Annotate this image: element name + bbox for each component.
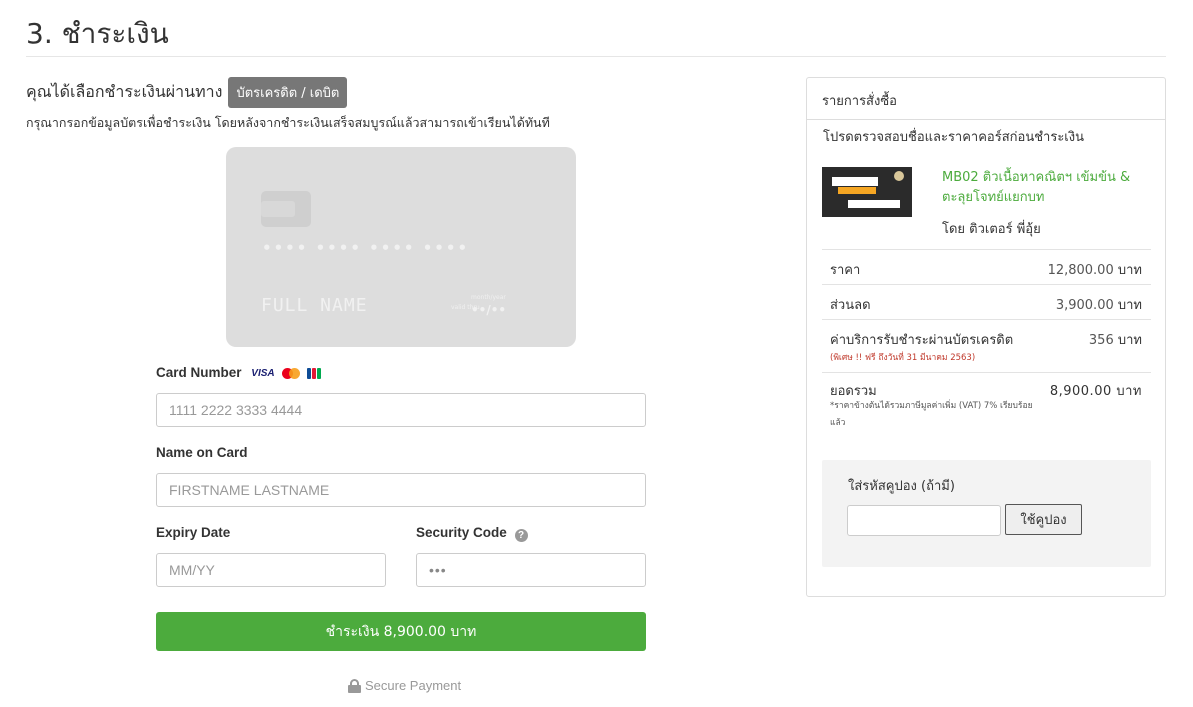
course-teacher: โดย ติวเตอร์ พี่อุ้ย [942,222,1041,237]
page-title: 3. ชำระเงิน [26,17,169,50]
mastercard-icon [282,367,301,379]
card-fee-value: 356 บาท [1089,329,1142,350]
price-unit: บาท [1117,263,1142,278]
apply-coupon-button[interactable]: ใช้คูปอง [1005,504,1082,535]
card-fee-amount: 356 [1088,333,1114,348]
order-check-note: โปรดตรวจสอบชื่อและราคาคอร์สก่อนชำระเงิน [823,130,1084,145]
order-summary-heading: รายการสั่งซื้อ [807,78,1165,120]
price-label: ราคา [830,263,861,278]
card-fee-label: ค่าบริการรับชำระผ่านบัตรเครดิต [830,333,1014,348]
card-preview-expiry-label: month/year [471,294,506,301]
name-on-card-input[interactable]: FIRSTNAME LASTNAME [156,473,646,507]
payment-method-text: คุณได้เลือกชำระเงินผ่านทาง [26,82,223,101]
thumbnail-note [832,177,878,186]
course-title[interactable]: MB02 ติวเนื้อหาคณิตฯ เข้มข้น & ตะลุยโจทย… [942,168,1157,208]
card-preview: •••• •••• •••• •••• FULL NAME valid thru… [226,147,576,347]
title-divider [26,56,1166,57]
row-divider [822,249,1151,250]
secure-payment-text: Secure Payment [365,678,462,693]
card-number-label: Card Number [156,365,242,380]
coupon-input[interactable] [847,505,1001,536]
security-code-label-row: Security Code ? [416,525,528,542]
payment-method-badge: บัตรเครดิต / เดบิต [228,77,348,108]
total-value: 8,900.00 บาท [1049,384,1142,399]
row-divider [822,319,1151,320]
discount-amount: 3,900.00 [1055,298,1114,313]
expiry-date-input[interactable]: MM/YY [156,553,386,587]
expiry-date-placeholder: MM/YY [169,562,215,578]
payment-instruction: กรุณากรอกข้อมูลบัตรเพื่อชำระเงิน โดยหลัง… [26,115,550,130]
card-brand-icons: VISA [251,365,322,380]
coupon-section: ใส่รหัสคูปอง (ถ้ามี) ใช้คูปอง [822,460,1151,567]
thumbnail-lamp-icon [894,171,904,181]
card-preview-number: •••• •••• •••• •••• [262,239,470,257]
thumbnail-note [848,200,900,208]
order-summary-panel: รายการสั่งซื้อ โปรดตรวจสอบชื่อและราคาคอร… [806,77,1166,597]
security-code-placeholder: ••• [429,562,447,578]
vat-note: *ราคาข้างต้นได้รวมภาษีมูลค่าเพิ่ม (VAT) … [830,401,1033,428]
card-chip-inner [261,201,295,217]
discount-label: ส่วนลด [830,298,871,313]
coupon-label: ใส่รหัสคูปอง (ถ้ามี) [848,479,955,494]
expiry-date-label: Expiry Date [156,525,231,540]
discount-value: 3,900.00 บาท [1056,294,1142,315]
card-chip-icon [261,191,311,227]
name-on-card-label: Name on Card [156,445,248,460]
course-thumbnail[interactable] [822,167,912,217]
card-number-label-row: Card Number VISA [156,365,322,380]
card-number-placeholder: 1111 2222 3333 4444 [169,402,303,418]
pay-button[interactable]: ชำระเงิน 8,900.00 บาท [156,612,646,651]
name-on-card-placeholder: FIRSTNAME LASTNAME [169,482,330,498]
security-code-label: Security Code [416,525,507,540]
jcb-icon [307,367,322,379]
discount-unit: บาท [1117,298,1142,313]
secure-payment: Secure Payment [348,678,461,693]
payment-method-line: คุณได้เลือกชำระเงินผ่านทาง บัตรเครดิต / … [26,77,348,108]
thumbnail-note [838,187,876,194]
price-amount: 12,800.00 [1047,263,1114,278]
card-fee-unit: บาท [1117,333,1142,348]
visa-icon: VISA [251,367,275,379]
security-code-input[interactable]: ••• [416,553,646,587]
row-divider [822,372,1151,373]
row-divider [822,284,1151,285]
price-value: 12,800.00 บาท [1048,259,1142,280]
card-preview-expiry: ••/•• [471,303,507,317]
card-preview-name: FULL NAME [261,295,368,316]
card-number-input[interactable]: 1111 2222 3333 4444 [156,393,646,427]
card-fee-promo-note: (พิเศษ !! ฟรี ถึงวันที่ 31 มีนาคม 2563) [830,353,976,363]
lock-icon [348,678,361,693]
question-circle-icon[interactable]: ? [514,529,528,542]
